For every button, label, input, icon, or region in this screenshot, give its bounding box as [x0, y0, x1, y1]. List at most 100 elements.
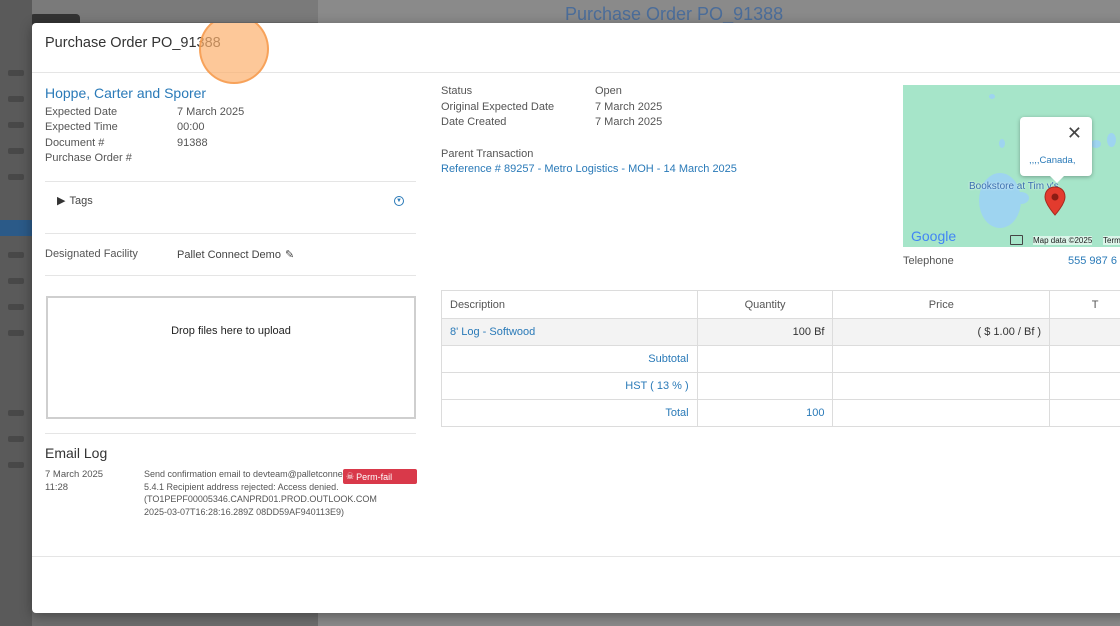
facility-label: Designated Facility	[45, 248, 138, 260]
facility-value[interactable]: Pallet Connect Demo ✎	[177, 248, 294, 262]
line-items-table: Description Quantity Price T 8' Log - So…	[441, 290, 1120, 427]
status-label: Status	[441, 85, 473, 97]
background-sidebar-item	[8, 436, 24, 442]
background-sidebar	[0, 0, 32, 626]
column-header-price: Price	[832, 290, 1051, 319]
map-lake	[1013, 192, 1029, 204]
google-logo-text: Google	[911, 228, 957, 244]
date-created-value: 7 March 2025	[595, 116, 663, 128]
item-total-cell	[1049, 318, 1120, 346]
email-log-date: 7 March 2025	[45, 469, 104, 480]
expected-time-label: Expected Time	[45, 121, 118, 133]
tags-label: Tags	[69, 194, 93, 207]
column-header-total: T	[1049, 290, 1120, 319]
document-number-value: 91388	[177, 137, 208, 149]
map-lake	[989, 94, 995, 99]
document-number-label: Document #	[45, 137, 105, 149]
map-info-link[interactable]: ,,,,Canada,	[1029, 155, 1075, 166]
subtotal-price-cell	[832, 345, 1051, 373]
background-panel-title: Purchase Order PO_91388	[565, 4, 784, 24]
background-sidebar-item	[8, 148, 24, 154]
background-sidebar-item	[8, 462, 24, 468]
total-price-cell	[832, 399, 1051, 427]
map[interactable]: ✕ ,,,,Canada, Bookstore at Tim y's Googl…	[903, 85, 1120, 247]
parent-transaction-label: Parent Transaction	[441, 148, 534, 160]
total-value-cell	[1049, 399, 1120, 427]
expected-date-label: Expected Date	[45, 106, 118, 118]
background-sidebar-item	[8, 278, 24, 284]
total-quantity: 100	[696, 399, 834, 427]
map-terms-link[interactable]: Term	[1103, 236, 1120, 245]
subtotal-qty-cell	[696, 345, 834, 373]
telephone-link[interactable]: 555 987 6	[1068, 255, 1117, 267]
subtotal-label: Subtotal	[441, 345, 698, 373]
dropzone-text: Drop files here to upload	[171, 325, 291, 337]
tax-qty-cell	[696, 372, 834, 400]
background-sidebar-item	[8, 70, 24, 76]
telephone-label: Telephone	[903, 255, 954, 267]
keyboard-icon[interactable]	[1010, 235, 1023, 245]
facility-name: Pallet Connect Demo	[177, 248, 281, 261]
background-sidebar-item	[8, 304, 24, 310]
close-icon[interactable]: ✕	[1067, 123, 1082, 144]
background-sidebar-item	[8, 96, 24, 102]
expected-time-value: 00:00	[177, 121, 205, 133]
tax-value-cell	[1049, 372, 1120, 400]
divider	[45, 433, 416, 434]
purchase-order-number-label: Purchase Order #	[45, 152, 132, 164]
subtotal-row: Subtotal	[441, 345, 1120, 373]
status-badge-label: Perm-fail	[356, 471, 393, 482]
original-expected-date-label: Original Expected Date	[441, 101, 555, 113]
map-lake	[1091, 140, 1101, 148]
table-row: 8' Log - Softwood 100 Bf ( $ 1.00 / Bf )	[441, 318, 1120, 346]
total-row: Total 100	[441, 399, 1120, 427]
map-attribution: Map data ©2025	[1033, 236, 1093, 245]
parent-transaction-link[interactable]: Reference # 89257 - Metro Logistics - MO…	[441, 163, 737, 175]
background-sidebar-item	[8, 122, 24, 128]
map-lake	[1107, 133, 1116, 147]
item-description-link[interactable]: 8' Log - Softwood	[450, 326, 535, 338]
tax-row: HST ( 13 % )	[441, 372, 1120, 400]
date-created-label: Date Created	[441, 116, 507, 128]
divider	[45, 233, 416, 234]
modal-header: Purchase Order PO_91388	[32, 23, 1120, 73]
background-sidebar-item	[8, 174, 24, 180]
background-sidebar-active	[0, 220, 32, 236]
column-header-quantity: Quantity	[696, 290, 834, 319]
subtotal-value-cell	[1049, 345, 1120, 373]
click-indicator	[199, 23, 269, 84]
map-pin-icon[interactable]	[1044, 186, 1066, 216]
tax-price-cell	[832, 372, 1051, 400]
chevron-down-icon[interactable]: ▼	[394, 196, 404, 206]
item-quantity-cell: 100 Bf	[696, 318, 834, 346]
original-expected-date-value: 7 March 2025	[595, 101, 663, 113]
table-header-row: Description Quantity Price T	[441, 290, 1120, 319]
purchase-order-modal: Purchase Order PO_91388 Hoppe, Carter an…	[32, 23, 1120, 613]
divider	[45, 275, 416, 276]
background-sidebar-item	[8, 252, 24, 258]
column-header-description: Description	[441, 290, 698, 319]
google-logo: Google	[911, 228, 956, 244]
map-info-window: ✕ ,,,,Canada,	[1020, 117, 1092, 183]
edit-icon[interactable]: ✎	[285, 248, 294, 261]
tags-section[interactable]: ▶ Tags	[57, 194, 93, 208]
background-sidebar-item	[8, 330, 24, 336]
item-price-cell: ( $ 1.00 / Bf )	[832, 318, 1051, 346]
total-label: Total	[441, 399, 698, 427]
divider	[45, 181, 416, 182]
background-sidebar-item	[8, 410, 24, 416]
tags-icon: ▶	[57, 195, 66, 207]
item-description-cell: 8' Log - Softwood	[441, 318, 698, 346]
file-dropzone[interactable]: Drop files here to upload	[46, 296, 416, 419]
email-log-time: 11:28	[45, 482, 69, 493]
email-log-datetime: 7 March 2025 11:28	[45, 468, 103, 494]
warning-icon: ☠	[346, 471, 355, 481]
tax-label: HST ( 13 % )	[441, 372, 698, 400]
status-value: Open	[595, 85, 622, 97]
modal-title: Purchase Order PO_91388	[45, 35, 221, 51]
modal-footer-divider	[32, 556, 1120, 557]
supplier-link[interactable]: Hoppe, Carter and Sporer	[45, 85, 206, 101]
expected-date-value: 7 March 2025	[177, 106, 245, 118]
status-badge: ☠ Perm-fail	[343, 469, 417, 484]
map-lake	[999, 139, 1005, 148]
